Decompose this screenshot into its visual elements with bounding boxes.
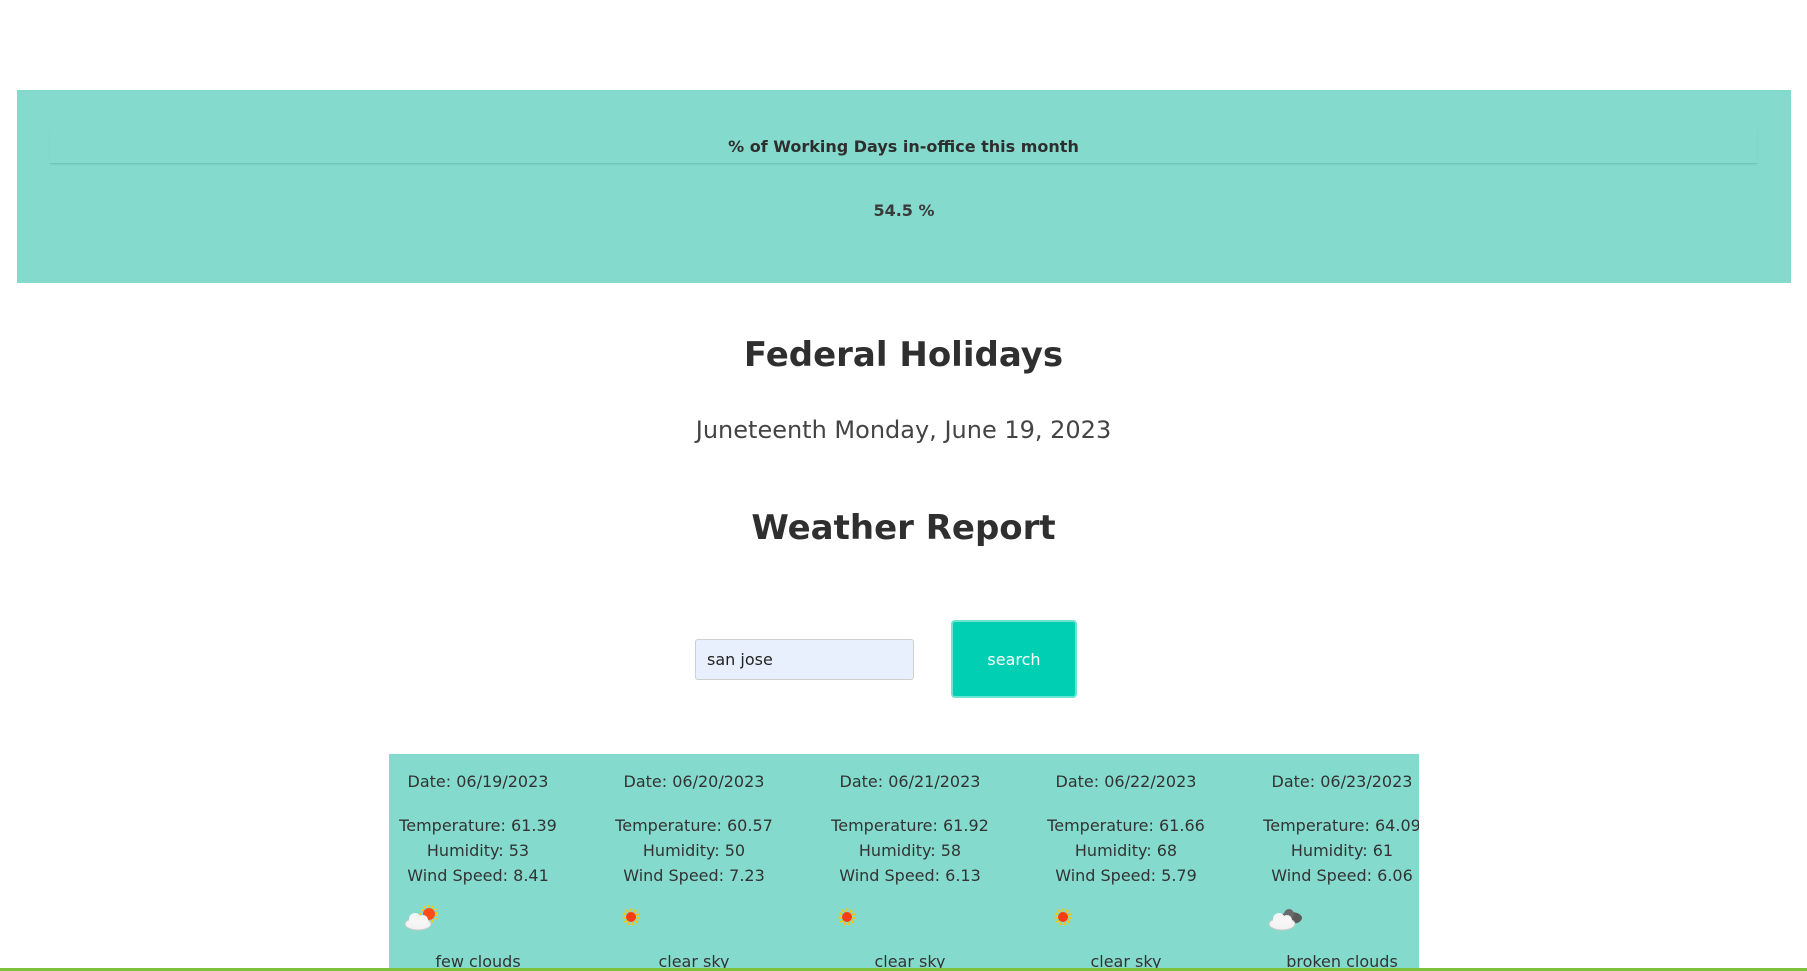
forecast-temperature: Temperature: 60.57 [615,816,773,835]
forecast-wind-speed: Wind Speed: 6.06 [1271,866,1413,885]
next-holiday-text: Juneteenth Monday, June 19, 2023 [695,416,1112,444]
forecast-date: Date: 06/23/2023 [1271,772,1413,791]
forecast-day: Date: 06/23/2023 Temperature: 64.09 Humi… [1258,754,1419,971]
forecast-day: Date: 06/21/2023 Temperature: 61.92 Humi… [826,754,1032,971]
forecast-wind-speed: Wind Speed: 5.79 [1055,866,1197,885]
forecast-wind-speed: Wind Speed: 8.41 [407,866,549,885]
forecast-date: Date: 06/19/2023 [407,772,549,791]
clear-sky-icon [622,908,640,926]
search-button[interactable]: search [951,620,1077,698]
forecast-humidity: Humidity: 53 [426,841,530,860]
forecast-humidity: Humidity: 58 [858,841,962,860]
forecast-wind-speed: Wind Speed: 6.13 [839,866,981,885]
forecast-temperature: Temperature: 61.66 [1047,816,1205,835]
forecast-temperature: Temperature: 64.09 [1263,816,1419,835]
city-search-input[interactable] [695,639,914,680]
federal-holidays-heading: Federal Holidays [743,335,1064,375]
forecast-date: Date: 06/21/2023 [839,772,981,791]
forecast-humidity: Humidity: 68 [1074,841,1178,860]
office-stats-title: % of Working Days in-office this month [50,129,1757,164]
forecast-temperature: Temperature: 61.92 [831,816,989,835]
forecast-date: Date: 06/22/2023 [1055,772,1197,791]
forecast-wind-speed: Wind Speed: 7.23 [623,866,765,885]
weather-report-heading: Weather Report [751,508,1056,548]
forecast-date: Date: 06/20/2023 [623,772,765,791]
forecast-day: Date: 06/20/2023 Temperature: 60.57 Humi… [610,754,816,971]
forecast-day: Date: 06/22/2023 Temperature: 61.66 Humi… [1042,754,1248,971]
forecast-panel: Date: 06/19/2023 Temperature: 61.39 Humi… [389,754,1419,971]
forecast-humidity: Humidity: 61 [1290,841,1394,860]
forecast-humidity: Humidity: 50 [642,841,746,860]
forecast-temperature: Temperature: 61.39 [399,816,557,835]
clear-sky-icon [1054,908,1072,926]
forecast-day: Date: 06/19/2023 Temperature: 61.39 Humi… [394,754,600,971]
clear-sky-icon [838,908,856,926]
office-stats-value: 54.5 % [873,201,935,220]
broken-clouds-icon [1268,909,1302,931]
few-clouds-icon [404,905,438,931]
office-stats-band: % of Working Days in-office this month 5… [17,90,1791,283]
page: % of Working Days in-office this month 5… [0,0,1807,971]
